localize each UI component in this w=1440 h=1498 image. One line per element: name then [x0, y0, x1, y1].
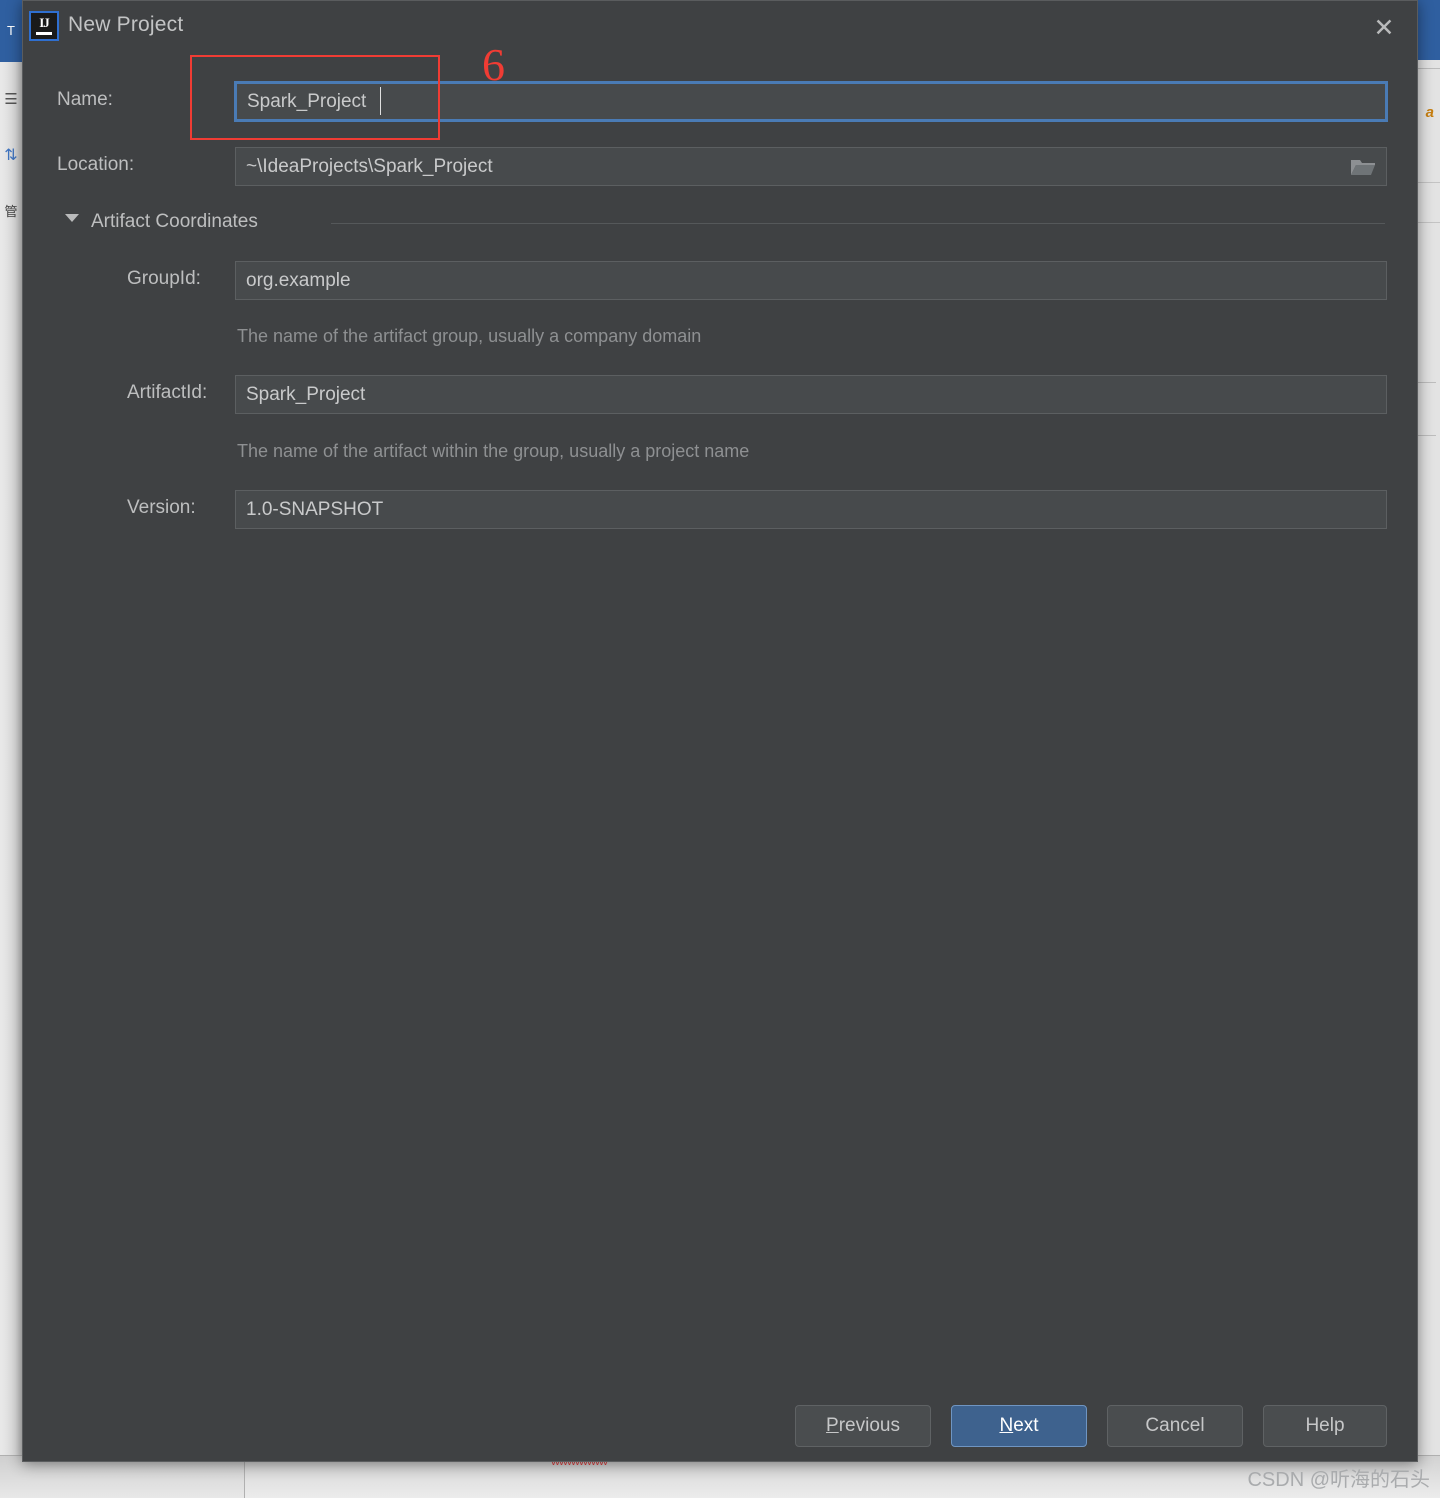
- folder-icon[interactable]: [1341, 150, 1385, 183]
- groupid-label: GroupId:: [127, 268, 201, 289]
- new-project-dialog: IJ New Project ✕ Name: Location: Artifac…: [22, 0, 1418, 1462]
- artifactid-input[interactable]: [235, 375, 1387, 414]
- next-button-mnemonic: N: [999, 1415, 1014, 1436]
- cjk-tool-icon[interactable]: 管: [2, 205, 20, 218]
- cancel-button[interactable]: Cancel: [1107, 1405, 1243, 1447]
- dialog-titlebar: IJ New Project ✕: [23, 1, 1417, 53]
- help-button[interactable]: Help: [1263, 1405, 1387, 1447]
- section-divider: [331, 223, 1385, 224]
- list-lines-icon[interactable]: ☰: [2, 92, 20, 107]
- next-button-label: ext: [1013, 1415, 1039, 1436]
- location-label: Location:: [57, 154, 135, 175]
- close-icon[interactable]: ✕: [1365, 9, 1403, 47]
- location-input[interactable]: [235, 147, 1387, 186]
- background-left-tab[interactable]: T: [0, 0, 22, 62]
- artifact-coordinates-section-title[interactable]: Artifact Coordinates: [91, 211, 258, 233]
- artifactid-hint: The name of the artifact within the grou…: [237, 441, 750, 461]
- artifactid-label: ArtifactId:: [127, 382, 208, 403]
- name-label: Name:: [57, 89, 113, 110]
- next-button[interactable]: Next: [951, 1405, 1087, 1447]
- previous-button-label: revious: [838, 1415, 900, 1436]
- previous-button[interactable]: Previous: [795, 1405, 931, 1447]
- intellij-idea-icon: IJ: [29, 11, 59, 41]
- background-status-cell: [0, 1456, 245, 1498]
- chevron-down-icon[interactable]: [65, 214, 79, 222]
- sort-updown-icon[interactable]: ⇅: [2, 148, 20, 164]
- background-marker-icon: a: [1425, 104, 1434, 121]
- groupid-input[interactable]: [235, 261, 1387, 300]
- previous-button-mnemonic: P: [826, 1415, 839, 1436]
- background-left-toolbar: T ☰ ⇅ 管: [0, 0, 23, 1498]
- dialog-title: New Project: [68, 13, 184, 36]
- csdn-watermark: CSDN @听海的石头: [1247, 1469, 1430, 1491]
- version-label: Version:: [127, 497, 196, 518]
- groupid-hint: The name of the artifact group, usually …: [237, 326, 702, 346]
- name-input[interactable]: [235, 82, 1387, 121]
- version-input[interactable]: [235, 490, 1387, 529]
- text-caret: [380, 87, 381, 115]
